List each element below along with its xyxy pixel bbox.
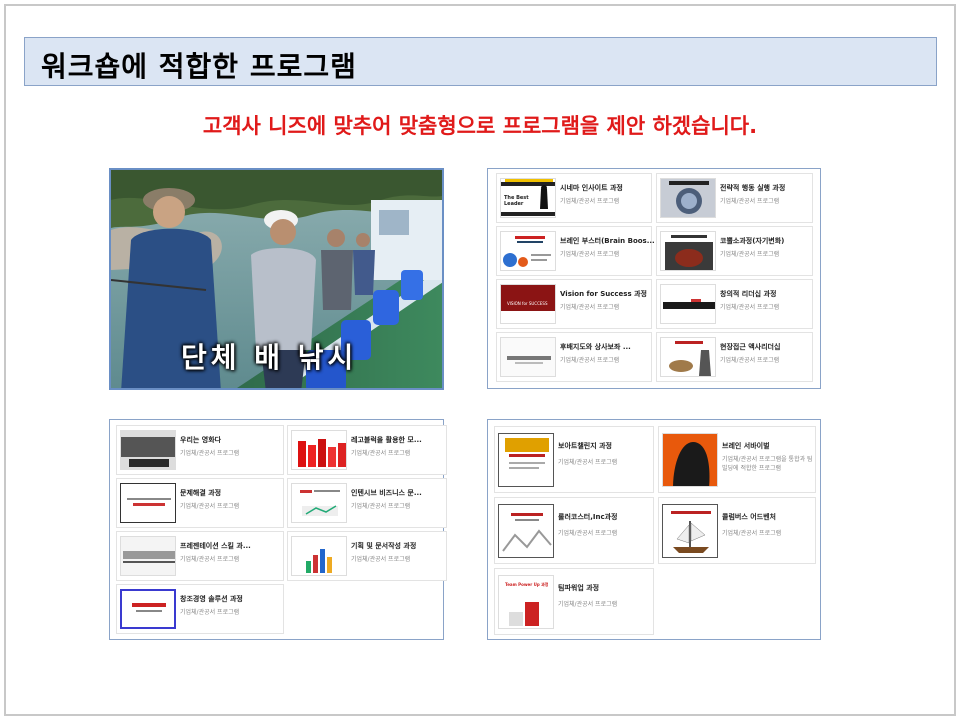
program-card[interactable]: 창조경영 솔루션 과정 기업체/관공서 프로그램 xyxy=(116,584,284,634)
program-thumbnail: VISION for SUCCESS xyxy=(500,284,556,324)
program-subtitle: 기업체/관공서 프로그램 xyxy=(560,198,620,205)
program-title: 우리는 영화다 xyxy=(180,436,222,444)
program-card[interactable]: 브레인 부스터(Brain Boos... 기업체/관공서 프로그램 xyxy=(496,226,655,276)
program-card[interactable]: 기획 및 문서작성 과정 기업체/관공서 프로그램 xyxy=(287,531,447,581)
program-thumbnail xyxy=(291,430,347,470)
program-subtitle: 기업체/관공서 프로그램 xyxy=(351,556,411,563)
program-thumbnail: The Best Leader xyxy=(500,178,556,218)
program-card[interactable]: 후배지도와 상사보좌 ... 기업체/관공서 프로그램 xyxy=(496,332,652,382)
program-title: 기획 및 문서작성 과정 xyxy=(351,542,417,550)
program-title: 코뿔소과정(자기변화) xyxy=(720,237,785,245)
program-title: 팀파워업 과정 xyxy=(558,584,600,592)
page-title: 워크숍에 적합한 프로그램 xyxy=(41,50,357,83)
program-thumbnail xyxy=(498,504,554,558)
program-thumbnail xyxy=(500,231,556,271)
program-title: 문제해결 과정 xyxy=(180,489,222,497)
program-card[interactable]: 현장접근 액사리더십 기업체/관공서 프로그램 xyxy=(656,332,813,382)
program-thumbnail xyxy=(120,483,176,523)
program-thumbnail xyxy=(120,430,176,470)
subtitle: 고객사 니즈에 맞추어 맞춤형으로 프로그램을 제안 하겠습니다. xyxy=(202,114,758,138)
program-subtitle: 기업체/관공서 프로그램 xyxy=(720,304,780,311)
program-card[interactable]: 창의적 리더십 과정 기업체/관공서 프로그램 xyxy=(656,279,813,329)
program-thumbnail xyxy=(660,178,716,218)
program-subtitle: 기업체/관공서 프로그램 xyxy=(558,459,618,466)
program-subtitle: 기업체/관공서 프로그램 xyxy=(722,530,782,537)
program-card[interactable]: The Best Leader 시네마 인사이트 과정 기업체/관공서 프로그램 xyxy=(496,173,652,223)
program-title: 프레젠테이션 스킬 과... xyxy=(180,542,251,550)
program-card[interactable]: 문제해결 과정 기업체/관공서 프로그램 xyxy=(116,478,284,528)
program-thumbnail xyxy=(660,284,716,324)
program-card[interactable]: 브레인 서바이벌 기업체/관공서 프로그램을 통합과 팀빌딩에 적합한 프로그램 xyxy=(658,426,816,493)
program-thumbnail xyxy=(662,504,718,558)
program-subtitle: 기업체/관공서 프로그램 xyxy=(351,450,411,457)
program-title: 보아트챌린지 과정 xyxy=(558,442,612,450)
photo-caption: 단체 배 낚시 xyxy=(181,341,358,374)
program-subtitle: 기업체/관공서 프로그램 xyxy=(558,530,618,537)
program-card[interactable]: VISION for SUCCESS Vision for Success 과정… xyxy=(496,279,652,329)
program-title: 레고블럭을 활용한 모... xyxy=(351,436,422,444)
program-card[interactable]: 우리는 영화다 기업체/관공서 프로그램 xyxy=(116,425,284,475)
program-subtitle: 기업체/관공서 프로그램 xyxy=(180,450,240,457)
program-panel-bottom-left: 우리는 영화다 기업체/관공서 프로그램 레고블럭을 활용한 모... 기업체/… xyxy=(109,419,447,640)
program-card[interactable]: 전략적 행동 실행 과정 기업체/관공서 프로그램 xyxy=(656,173,813,223)
program-subtitle: 기업체/관공서 프로그램 xyxy=(720,357,780,364)
program-thumbnail xyxy=(120,536,176,576)
program-subtitle: 기업체/관공서 프로그램 xyxy=(180,503,240,510)
program-panel-bottom-right: 보아트챌린지 과정 기업체/관공서 프로그램 브레인 서바이벌 기업체/관공서 … xyxy=(487,419,821,640)
program-panel-top-right: The Best Leader 시네마 인사이트 과정 기업체/관공서 프로그램… xyxy=(487,168,821,389)
program-description: 기업체/관공서 프로그램을 통합과 팀빌딩에 적합한 프로그램 xyxy=(722,456,813,472)
program-title: 시네마 인사이트 과정 xyxy=(560,184,623,192)
program-thumbnail xyxy=(662,433,718,487)
program-thumbnail xyxy=(291,536,347,576)
program-title: Vision for Success 과정 xyxy=(560,290,647,298)
thumbnail-text: VISION for SUCCESS xyxy=(507,301,548,306)
program-thumbnail: Team Power Up 과정 xyxy=(498,575,554,629)
program-title: 현장접근 액사리더십 xyxy=(720,343,781,351)
program-subtitle: 기업체/관공서 프로그램 xyxy=(560,357,620,364)
program-title: 후배지도와 상사보좌 ... xyxy=(560,343,631,351)
program-subtitle: 기업체/관공서 프로그램 xyxy=(720,251,780,258)
program-card[interactable]: 레고블럭을 활용한 모... 기업체/관공서 프로그램 xyxy=(287,425,447,475)
program-title: 전략적 행동 실행 과정 xyxy=(720,184,786,192)
program-title: 브레인 부스터(Brain Boos... xyxy=(560,237,655,245)
program-thumbnail xyxy=(498,433,554,487)
program-subtitle: 기업체/관공서 프로그램 xyxy=(351,503,411,510)
program-card[interactable]: Team Power Up 과정 팀파워업 과정 기업체/관공서 프로그램 xyxy=(494,568,654,635)
program-card[interactable]: 인텐시브 비즈니스 문... 기업체/관공서 프로그램 xyxy=(287,478,447,528)
program-thumbnail xyxy=(500,337,556,377)
program-subtitle: 기업체/관공서 프로그램 xyxy=(560,251,620,258)
program-thumbnail xyxy=(120,589,176,629)
program-subtitle: 기업체/관공서 프로그램 xyxy=(720,198,780,205)
program-card[interactable]: 콜럼버스 어드벤처 기업체/관공서 프로그램 xyxy=(658,497,816,564)
program-title: 롤러코스터,Inc과정 xyxy=(558,513,618,521)
program-subtitle: 기업체/관공서 프로그램 xyxy=(180,556,240,563)
thumbnail-text: The Best Leader xyxy=(504,195,529,207)
program-thumbnail xyxy=(660,337,716,377)
program-thumbnail xyxy=(291,483,347,523)
fishing-photo: 단체 배 낚시 xyxy=(109,168,444,390)
program-title: 창조경영 솔루션 과정 xyxy=(180,595,243,603)
program-title: 콜럼버스 어드벤처 xyxy=(722,513,776,521)
program-title: 창의적 리더십 과정 xyxy=(720,290,777,298)
program-subtitle: 기업체/관공서 프로그램 xyxy=(560,304,620,311)
program-title: 브레인 서바이벌 xyxy=(722,442,770,450)
program-subtitle: 기업체/관공서 프로그램 xyxy=(180,609,240,616)
thumbnail-text: Team Power Up 과정 xyxy=(505,582,549,587)
program-thumbnail xyxy=(660,231,716,271)
program-subtitle: 기업체/관공서 프로그램 xyxy=(558,601,618,608)
program-card[interactable]: 프레젠테이션 스킬 과... 기업체/관공서 프로그램 xyxy=(116,531,284,581)
program-title: 인텐시브 비즈니스 문... xyxy=(351,489,422,497)
program-card[interactable]: 롤러코스터,Inc과정 기업체/관공서 프로그램 xyxy=(494,497,654,564)
title-bar: 워크숍에 적합한 프로그램 xyxy=(24,37,937,86)
program-card[interactable]: 코뿔소과정(자기변화) 기업체/관공서 프로그램 xyxy=(656,226,813,276)
program-card[interactable]: 보아트챌린지 과정 기업체/관공서 프로그램 xyxy=(494,426,654,493)
